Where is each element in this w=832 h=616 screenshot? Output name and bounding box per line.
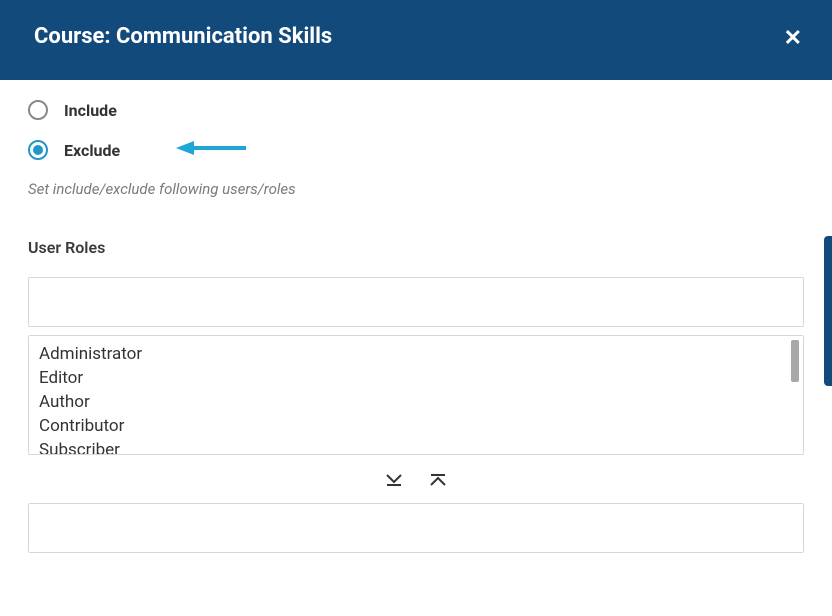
modal-header: Course: Communication Skills ✕ [0, 0, 832, 80]
radio-icon [28, 100, 48, 120]
annotation-arrow-icon [176, 139, 246, 161]
list-item[interactable]: Administrator [39, 342, 793, 366]
list-item[interactable]: Contributor [39, 414, 793, 438]
modal-body: Include Exclude Set include/exclude foll… [0, 80, 832, 553]
radio-label-include: Include [64, 101, 117, 120]
radio-option-include[interactable]: Include [28, 100, 804, 120]
move-up-icon[interactable] [429, 471, 447, 489]
include-exclude-radio-group: Include Exclude [28, 100, 804, 160]
modal-title: Course: Communication Skills [34, 24, 332, 49]
user-roles-label: User Roles [28, 238, 804, 257]
selected-roles-input[interactable] [28, 503, 804, 553]
radio-inner-dot [33, 145, 43, 155]
available-roles-listbox[interactable]: Administrator Editor Author Contributor … [28, 335, 804, 455]
radio-icon [28, 140, 48, 160]
list-item[interactable]: Subscriber [39, 438, 793, 455]
side-tab-handle[interactable] [824, 236, 832, 386]
roles-filter-input[interactable] [28, 277, 804, 327]
radio-label-exclude: Exclude [64, 141, 120, 160]
list-item[interactable]: Editor [39, 366, 793, 390]
move-down-icon[interactable] [385, 471, 403, 489]
list-item[interactable]: Author [39, 390, 793, 414]
transfer-controls [28, 455, 804, 503]
radio-option-exclude[interactable]: Exclude [28, 140, 804, 160]
scrollbar-thumb[interactable] [791, 340, 799, 382]
helper-text: Set include/exclude following users/role… [28, 180, 804, 198]
close-icon[interactable]: ✕ [784, 28, 802, 50]
